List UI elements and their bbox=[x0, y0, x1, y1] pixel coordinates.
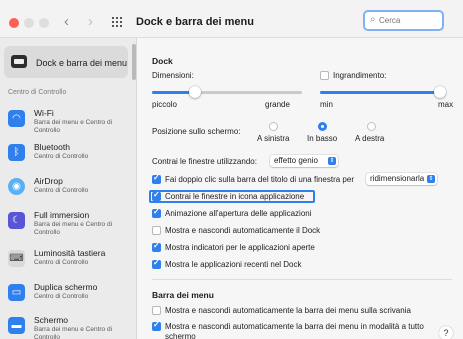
show-indicators-checkbox[interactable] bbox=[152, 241, 161, 252]
position-left-label: A sinistra bbox=[257, 134, 290, 143]
sidebar-item-label: Bluetooth bbox=[34, 142, 70, 152]
minimize-window-button[interactable] bbox=[24, 18, 34, 28]
animate-opening-checkbox[interactable] bbox=[152, 207, 161, 218]
main-content: Dock Dimensioni: piccolo grande Ingrandi… bbox=[137, 38, 463, 339]
menubar-section-title: Barra dei menu bbox=[152, 290, 214, 300]
sidebar-item-label: AirDrop bbox=[34, 176, 63, 186]
sidebar-item-label: Full immersion bbox=[34, 210, 90, 220]
screen-mirror-icon: ▭ bbox=[8, 284, 25, 301]
size-min-label: piccolo bbox=[152, 100, 177, 109]
autohide-menubar-fullscreen-checkbox[interactable] bbox=[152, 320, 161, 331]
sidebar-section-label: Centro di Controllo bbox=[8, 89, 67, 96]
search-field[interactable]: ⌕ bbox=[363, 10, 444, 31]
autohide-menubar-desktop-checkbox[interactable] bbox=[152, 306, 161, 315]
display-icon: ▬ bbox=[8, 317, 25, 334]
sidebar: Dock e barra dei menu Centro di Controll… bbox=[0, 38, 137, 339]
sidebar-item-airdrop[interactable]: ◉ AirDrop Centro di Controllo bbox=[4, 172, 132, 206]
magnification-slider-fill bbox=[320, 91, 440, 94]
chevron-right-icon[interactable]: › bbox=[88, 13, 93, 31]
magnification-slider[interactable] bbox=[320, 86, 446, 98]
sidebar-item-keyboard-brightness[interactable]: ⌨ Luminosità tastiera Centro di Controll… bbox=[4, 244, 132, 278]
sidebar-item-subtitle: Barra dei menu e Centro di Controllo bbox=[34, 326, 113, 339]
airdrop-icon: ◉ bbox=[8, 178, 25, 195]
position-bottom-radio[interactable] bbox=[318, 122, 327, 131]
size-max-label: grande bbox=[265, 100, 290, 109]
autohide-menubar-fullscreen-label: Mostra e nascondi automaticamente la bar… bbox=[165, 322, 424, 339]
minimize-to-app-icon-label: Contrai le finestre in icona applicazion… bbox=[165, 192, 305, 201]
position-right-radio[interactable] bbox=[367, 122, 376, 131]
position-left-radio[interactable] bbox=[269, 122, 278, 131]
grid-icon[interactable] bbox=[112, 17, 122, 27]
sidebar-item-subtitle: Barra dei menu e Centro di Controllo bbox=[34, 221, 113, 236]
chevron-updown-icon: ⇕ bbox=[328, 157, 336, 165]
sidebar-item-subtitle: Centro di Controllo bbox=[34, 153, 89, 160]
sidebar-item-wifi[interactable]: ◠ Wi-Fi Barra dei menu e Centro di Contr… bbox=[4, 104, 132, 138]
show-recent-apps-label: Mostra le applicazioni recenti nel Dock bbox=[165, 260, 302, 269]
double-click-checkbox[interactable] bbox=[152, 173, 161, 184]
dock-icon bbox=[11, 55, 27, 68]
sidebar-item-bluetooth[interactable]: ᛒ Bluetooth Centro di Controllo bbox=[4, 138, 132, 172]
sidebar-item-subtitle: Centro di Controllo bbox=[34, 187, 89, 194]
chevron-left-icon[interactable]: ‹ bbox=[64, 13, 69, 31]
magnification-min-label: min bbox=[320, 100, 333, 109]
minimize-effect-value: effetto genio bbox=[274, 156, 318, 165]
position-label: Posizione sullo schermo: bbox=[152, 127, 241, 136]
window-title: Dock e barra dei menu bbox=[136, 16, 254, 28]
wifi-icon: ◠ bbox=[8, 110, 25, 127]
magnification-label: Ingrandimento: bbox=[333, 71, 387, 80]
magnification-checkbox[interactable] bbox=[320, 71, 329, 80]
sidebar-item-full-immersion[interactable]: ☾ Full immersion Barra dei menu e Centro… bbox=[4, 206, 132, 240]
minimize-to-app-icon-checkbox[interactable] bbox=[152, 190, 161, 201]
double-click-label: Fai doppio clic sulla barra del titolo d… bbox=[165, 175, 354, 184]
search-input[interactable] bbox=[379, 13, 439, 28]
magnification-max-label: max bbox=[438, 100, 454, 109]
section-divider bbox=[152, 279, 452, 280]
settings-window: ‹ › Dock e barra dei menu ⌕ Dock e barra… bbox=[0, 0, 463, 339]
sidebar-item-subtitle: Centro di Controllo bbox=[34, 259, 89, 266]
position-right-label: A destra bbox=[355, 134, 385, 143]
sidebar-item-screen-mirroring[interactable]: ▭ Duplica schermo Centro di Controllo bbox=[4, 278, 132, 312]
sidebar-item-label: Wi-Fi bbox=[34, 108, 54, 118]
position-bottom-label: In basso bbox=[307, 134, 338, 143]
show-indicators-label: Mostra indicatori per le applicazioni ap… bbox=[165, 243, 315, 252]
moon-icon: ☾ bbox=[8, 212, 25, 229]
title-bar: ‹ › Dock e barra dei menu ⌕ bbox=[0, 0, 463, 38]
animate-opening-label: Animazione all'apertura delle applicazio… bbox=[165, 209, 312, 218]
sidebar-item-subtitle: Barra dei menu e Centro di Controllo bbox=[34, 119, 113, 134]
autohide-dock-checkbox[interactable] bbox=[152, 226, 161, 235]
autohide-menubar-desktop-label: Mostra e nascondi automaticamente la bar… bbox=[165, 306, 411, 315]
sidebar-item-label: Luminosità tastiera bbox=[34, 248, 106, 258]
search-icon: ⌕ bbox=[370, 14, 376, 25]
dock-section-title: Dock bbox=[152, 56, 173, 66]
double-click-value: ridimensionarla bbox=[370, 174, 425, 183]
help-button[interactable]: ? bbox=[439, 326, 453, 339]
minimize-effect-label: Contrai le finestre utilizzando: bbox=[152, 157, 257, 166]
sidebar-scrollbar[interactable] bbox=[132, 44, 136, 80]
magnification-slider-knob[interactable] bbox=[434, 86, 446, 98]
sidebar-item-label: Schermo bbox=[34, 315, 69, 325]
minimize-effect-popup[interactable]: effetto genio ⇕ bbox=[270, 155, 338, 167]
keyboard-icon: ⌨ bbox=[8, 250, 25, 267]
size-label: Dimensioni: bbox=[152, 71, 194, 80]
sidebar-item-label: Duplica schermo bbox=[34, 282, 98, 292]
sidebar-item-label: Dock e barra dei menu bbox=[36, 58, 128, 68]
show-recent-apps-checkbox[interactable] bbox=[152, 258, 161, 269]
close-window-button[interactable] bbox=[9, 18, 19, 28]
double-click-popup[interactable]: ridimensionarla ⇕ bbox=[366, 173, 437, 185]
bluetooth-icon: ᛒ bbox=[8, 144, 25, 161]
chevron-updown-icon: ⇕ bbox=[427, 175, 435, 183]
sidebar-item-subtitle: Centro di Controllo bbox=[34, 293, 89, 300]
zoom-window-button[interactable] bbox=[39, 18, 49, 28]
sidebar-item-dock[interactable]: Dock e barra dei menu bbox=[4, 46, 128, 78]
autohide-dock-label: Mostra e nascondi automaticamente il Doc… bbox=[165, 226, 321, 235]
sidebar-item-display[interactable]: ▬ Schermo Barra dei menu e Centro di Con… bbox=[4, 311, 132, 339]
size-slider[interactable] bbox=[152, 86, 302, 98]
size-slider-knob[interactable] bbox=[189, 86, 201, 98]
